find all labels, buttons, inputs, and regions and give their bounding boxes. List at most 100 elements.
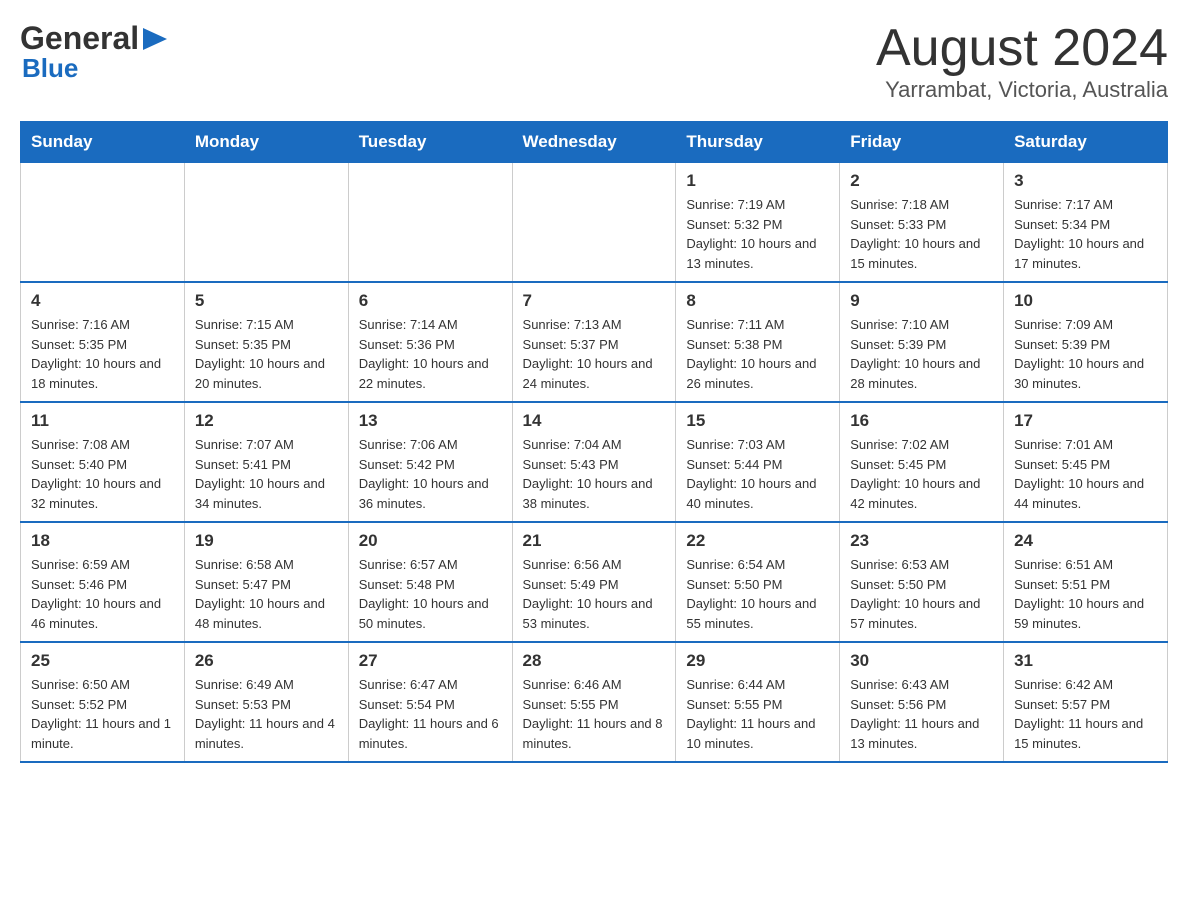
calendar-day-cell: 19Sunrise: 6:58 AM Sunset: 5:47 PM Dayli… [184,522,348,642]
day-number: 26 [195,651,338,671]
day-info: Sunrise: 7:11 AM Sunset: 5:38 PM Dayligh… [686,315,829,393]
day-number: 5 [195,291,338,311]
day-info: Sunrise: 7:08 AM Sunset: 5:40 PM Dayligh… [31,435,174,513]
day-info: Sunrise: 6:54 AM Sunset: 5:50 PM Dayligh… [686,555,829,633]
day-number: 30 [850,651,993,671]
calendar-week-row: 1 Sunrise: 7:19 AM Sunset: 5:32 PM Daylig… [21,163,1168,283]
day-number: 14 [523,411,666,431]
logo: General Blue [20,20,169,84]
day-number: 18 [31,531,174,551]
calendar-header-saturday: Saturday [1004,122,1168,163]
calendar-header-monday: Monday [184,122,348,163]
day-info: Sunrise: 7:19 AM Sunset: 5:32 PM Dayligh… [686,195,829,273]
day-info: Sunrise: 7:03 AM Sunset: 5:44 PM Dayligh… [686,435,829,513]
day-info: Sunrise: 7:17 AM Sunset: 5:34 PM Dayligh… [1014,195,1157,273]
day-info: Sunrise: 6:43 AM Sunset: 5:56 PM Dayligh… [850,675,993,753]
day-number: 22 [686,531,829,551]
calendar-header-friday: Friday [840,122,1004,163]
calendar-day-cell: 30 Sunrise: 6:43 AM Sunset: 5:56 PM Dayli… [840,642,1004,762]
calendar-day-cell: 22 Sunrise: 6:54 AM Sunset: 5:50 PM Dayli… [676,522,840,642]
day-number: 7 [523,291,666,311]
day-info: Sunrise: 6:53 AM Sunset: 5:50 PM Dayligh… [850,555,993,633]
calendar-day-cell: 10 Sunrise: 7:09 AM Sunset: 5:39 PM Dayli… [1004,282,1168,402]
page-header: General Blue August 2024 Yarrambat, Vict… [20,20,1168,103]
day-info: Sunrise: 6:44 AM Sunset: 5:55 PM Dayligh… [686,675,829,753]
day-info: Sunrise: 7:02 AM Sunset: 5:45 PM Dayligh… [850,435,993,513]
day-number: 20 [359,531,502,551]
calendar-day-cell: 29 Sunrise: 6:44 AM Sunset: 5:55 PM Dayli… [676,642,840,762]
day-number: 8 [686,291,829,311]
calendar-day-cell: 2 Sunrise: 7:18 AM Sunset: 5:33 PM Daylig… [840,163,1004,283]
calendar-week-row: 18 Sunrise: 6:59 AM Sunset: 5:46 PM Dayli… [21,522,1168,642]
day-number: 31 [1014,651,1157,671]
logo-arrow-icon [141,24,169,54]
calendar-header-thursday: Thursday [676,122,840,163]
day-info: Sunrise: 6:56 AM Sunset: 5:49 PM Dayligh… [523,555,666,633]
day-number: 24 [1014,531,1157,551]
day-number: 1 [686,171,829,191]
calendar-day-cell: 8 Sunrise: 7:11 AM Sunset: 5:38 PM Daylig… [676,282,840,402]
calendar-day-cell: 28 Sunrise: 6:46 AM Sunset: 5:55 PM Dayli… [512,642,676,762]
calendar-day-cell [21,163,185,283]
day-number: 19 [195,531,338,551]
logo-blue-text: Blue [22,53,169,84]
location-subtitle: Yarrambat, Victoria, Australia [876,77,1168,103]
day-number: 27 [359,651,502,671]
day-number: 13 [359,411,502,431]
calendar-day-cell: 26 Sunrise: 6:49 AM Sunset: 5:53 PM Dayli… [184,642,348,762]
day-number: 2 [850,171,993,191]
day-info: Sunrise: 7:13 AM Sunset: 5:37 PM Dayligh… [523,315,666,393]
calendar-header-row: SundayMondayTuesdayWednesdayThursdayFrid… [21,122,1168,163]
day-number: 10 [1014,291,1157,311]
day-number: 11 [31,411,174,431]
calendar-day-cell: 25Sunrise: 6:50 AM Sunset: 5:52 PM Dayli… [21,642,185,762]
calendar-day-cell: 31 Sunrise: 6:42 AM Sunset: 5:57 PM Dayli… [1004,642,1168,762]
calendar-header-wednesday: Wednesday [512,122,676,163]
day-info: Sunrise: 7:18 AM Sunset: 5:33 PM Dayligh… [850,195,993,273]
day-info: Sunrise: 7:15 AM Sunset: 5:35 PM Dayligh… [195,315,338,393]
day-info: Sunrise: 7:04 AM Sunset: 5:43 PM Dayligh… [523,435,666,513]
calendar-day-cell [184,163,348,283]
calendar-day-cell: 3 Sunrise: 7:17 AM Sunset: 5:34 PM Daylig… [1004,163,1168,283]
calendar-day-cell: 9 Sunrise: 7:10 AM Sunset: 5:39 PM Daylig… [840,282,1004,402]
calendar-day-cell: 21 Sunrise: 6:56 AM Sunset: 5:49 PM Dayli… [512,522,676,642]
day-number: 3 [1014,171,1157,191]
day-info: Sunrise: 7:09 AM Sunset: 5:39 PM Dayligh… [1014,315,1157,393]
day-info: Sunrise: 7:16 AM Sunset: 5:35 PM Dayligh… [31,315,174,393]
day-info: Sunrise: 7:01 AM Sunset: 5:45 PM Dayligh… [1014,435,1157,513]
calendar-week-row: 4Sunrise: 7:16 AM Sunset: 5:35 PM Daylig… [21,282,1168,402]
day-info: Sunrise: 6:47 AM Sunset: 5:54 PM Dayligh… [359,675,502,753]
month-year-title: August 2024 [876,20,1168,77]
calendar-header-sunday: Sunday [21,122,185,163]
calendar-day-cell: 27 Sunrise: 6:47 AM Sunset: 5:54 PM Dayli… [348,642,512,762]
logo-general-text: General [20,20,139,57]
day-info: Sunrise: 6:49 AM Sunset: 5:53 PM Dayligh… [195,675,338,753]
day-number: 9 [850,291,993,311]
calendar-day-cell: 14 Sunrise: 7:04 AM Sunset: 5:43 PM Dayli… [512,402,676,522]
calendar-day-cell [348,163,512,283]
calendar-day-cell: 15 Sunrise: 7:03 AM Sunset: 5:44 PM Dayli… [676,402,840,522]
calendar-week-row: 11 Sunrise: 7:08 AM Sunset: 5:40 PM Dayli… [21,402,1168,522]
day-number: 21 [523,531,666,551]
calendar-day-cell: 11 Sunrise: 7:08 AM Sunset: 5:40 PM Dayli… [21,402,185,522]
day-info: Sunrise: 6:59 AM Sunset: 5:46 PM Dayligh… [31,555,174,633]
day-number: 15 [686,411,829,431]
calendar-day-cell: 7 Sunrise: 7:13 AM Sunset: 5:37 PM Daylig… [512,282,676,402]
calendar-day-cell: 17 Sunrise: 7:01 AM Sunset: 5:45 PM Dayli… [1004,402,1168,522]
calendar-day-cell: 18 Sunrise: 6:59 AM Sunset: 5:46 PM Dayli… [21,522,185,642]
day-info: Sunrise: 7:10 AM Sunset: 5:39 PM Dayligh… [850,315,993,393]
day-info: Sunrise: 6:51 AM Sunset: 5:51 PM Dayligh… [1014,555,1157,633]
day-number: 28 [523,651,666,671]
day-info: Sunrise: 6:57 AM Sunset: 5:48 PM Dayligh… [359,555,502,633]
calendar-day-cell: 1 Sunrise: 7:19 AM Sunset: 5:32 PM Daylig… [676,163,840,283]
calendar-day-cell: 5 Sunrise: 7:15 AM Sunset: 5:35 PM Daylig… [184,282,348,402]
calendar-day-cell: 6Sunrise: 7:14 AM Sunset: 5:36 PM Daylig… [348,282,512,402]
day-info: Sunrise: 6:42 AM Sunset: 5:57 PM Dayligh… [1014,675,1157,753]
calendar-day-cell: 12Sunrise: 7:07 AM Sunset: 5:41 PM Dayli… [184,402,348,522]
calendar-day-cell: 16 Sunrise: 7:02 AM Sunset: 5:45 PM Dayli… [840,402,1004,522]
day-number: 16 [850,411,993,431]
calendar-day-cell: 4Sunrise: 7:16 AM Sunset: 5:35 PM Daylig… [21,282,185,402]
day-number: 29 [686,651,829,671]
day-info: Sunrise: 6:46 AM Sunset: 5:55 PM Dayligh… [523,675,666,753]
day-number: 17 [1014,411,1157,431]
